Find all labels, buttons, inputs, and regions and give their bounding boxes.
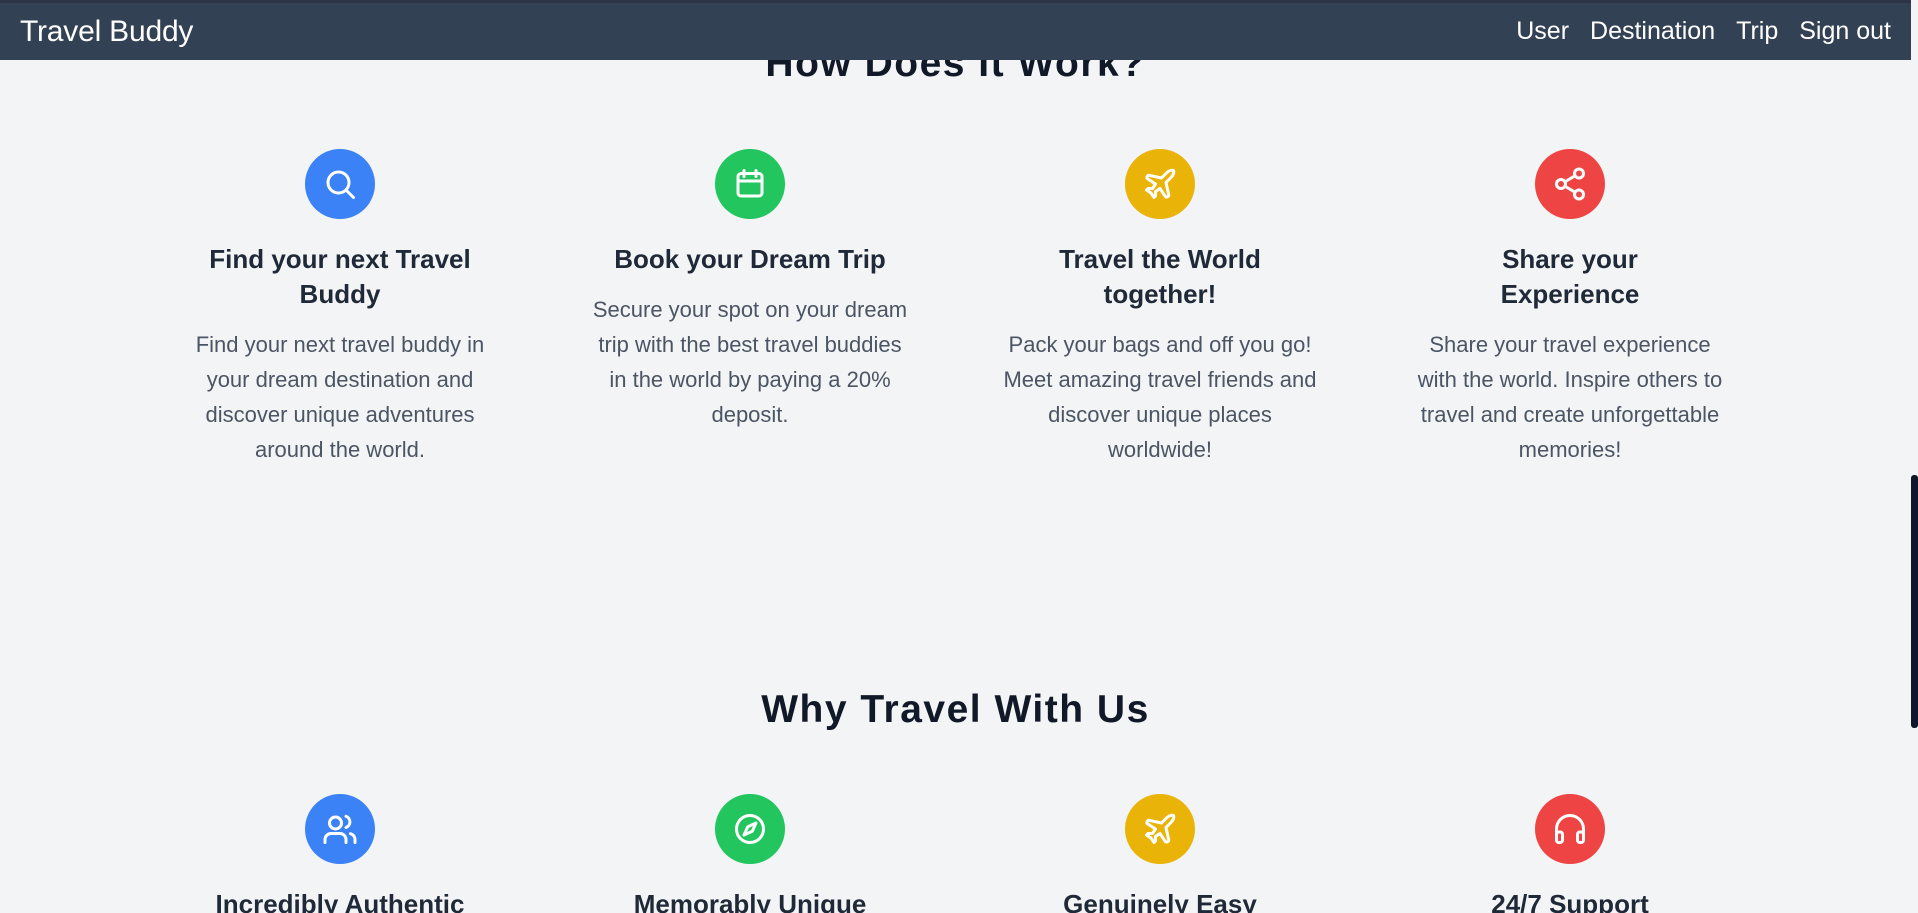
nav-link-user[interactable]: User <box>1516 17 1569 46</box>
how-card-book-trip: Book your Dream Trip Secure your spot on… <box>580 149 920 432</box>
top-navbar: Travel Buddy User Destination Trip Sign … <box>0 0 1911 60</box>
how-card-text: Secure your spot on your dream trip with… <box>592 297 908 427</box>
share-icon <box>1535 149 1605 219</box>
why-card-unique: Memorably Unique <box>580 794 920 913</box>
why-card-title: Incredibly Authentic <box>215 889 465 913</box>
plane-icon <box>1125 149 1195 219</box>
how-card-text: Pack your bags and off you go! Meet amaz… <box>1003 332 1317 462</box>
brand-logo[interactable]: Travel Buddy <box>20 15 193 49</box>
plane-icon <box>1125 794 1195 864</box>
how-card-title: Find your next Travel Buddy <box>209 244 471 309</box>
calendar-icon <box>715 149 785 219</box>
how-card-title: Travel the World together! <box>1059 244 1261 309</box>
why-card-title: 24/7 Support <box>1491 889 1649 913</box>
how-card-title: Share your Experience <box>1500 244 1640 309</box>
nav-links: User Destination Trip Sign out <box>1516 17 1891 46</box>
search-icon <box>305 149 375 219</box>
compass-icon <box>715 794 785 864</box>
why-card-title: Memorably Unique <box>633 889 867 913</box>
scrollbar-thumb[interactable] <box>1911 475 1918 728</box>
nav-link-sign-out[interactable]: Sign out <box>1799 17 1891 46</box>
why-card-support: 24/7 Support <box>1400 794 1740 913</box>
why-section-title: Why Travel With Us <box>761 688 1150 731</box>
how-card-title: Book your Dream Trip <box>614 244 886 274</box>
how-card-text: Find your next travel buddy in your drea… <box>195 332 485 462</box>
nav-link-trip[interactable]: Trip <box>1736 17 1778 46</box>
how-card-find-buddy: Find your next Travel Buddy Find your ne… <box>170 149 510 467</box>
scrollbar-track[interactable] <box>1911 0 1918 913</box>
how-card-text: Share your travel experience with the wo… <box>1417 332 1723 462</box>
users-icon <box>305 794 375 864</box>
how-card-share-experience: Share your Experience Share your travel … <box>1400 149 1740 467</box>
headphones-icon <box>1535 794 1605 864</box>
why-card-easy: Genuinely Easy <box>990 794 1330 913</box>
why-card-title: Genuinely Easy <box>1063 889 1257 913</box>
nav-link-destination[interactable]: Destination <box>1590 17 1715 46</box>
how-card-travel-together: Travel the World together! Pack your bag… <box>990 149 1330 467</box>
why-card-authentic: Incredibly Authentic <box>170 794 510 913</box>
